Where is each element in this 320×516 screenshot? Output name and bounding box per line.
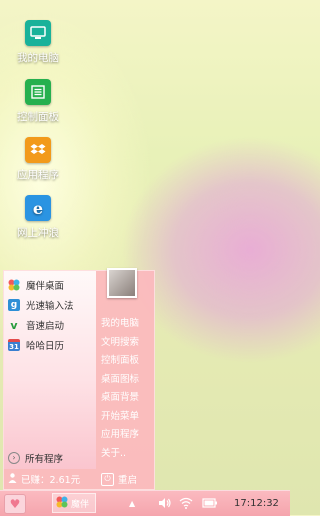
- restart-button[interactable]: ⏻ 重启: [101, 472, 137, 486]
- pinned-item-moban[interactable]: 魔伴桌面: [8, 277, 96, 293]
- menu-link-my-computer[interactable]: 我的电脑: [101, 315, 139, 334]
- menu-link-desktop-icons[interactable]: 桌面图标: [101, 371, 139, 390]
- user-icon: [8, 472, 17, 486]
- input-method-icon: g: [8, 299, 20, 311]
- battery-icon[interactable]: [202, 491, 218, 516]
- desktop-icon-browser[interactable]: e 网上冲浪: [6, 195, 70, 240]
- dropbox-icon: [25, 137, 51, 163]
- ie-browser-icon: e: [25, 195, 51, 221]
- pinned-item-label: 哈哈日历: [26, 341, 65, 352]
- all-programs-label: 所有程序: [25, 454, 64, 465]
- start-button[interactable]: ♥: [4, 494, 26, 514]
- taskbar-app-moban[interactable]: 魔伴: [52, 493, 96, 513]
- taskbar: ♥ 魔伴 ▲ 17:12:32: [0, 490, 290, 516]
- pinned-item-label: 魔伴桌面: [26, 281, 65, 292]
- menu-link-about[interactable]: 关于..: [101, 445, 139, 464]
- desktop-icon-label: 控制面板: [17, 111, 59, 123]
- earnings-status: 已赚：2.61元: [8, 472, 80, 486]
- wifi-icon[interactable]: [179, 491, 193, 516]
- desktop-icon-control-panel[interactable]: 控制面板: [6, 79, 70, 124]
- pinwheel-icon: [8, 279, 20, 291]
- user-avatar[interactable]: [107, 268, 137, 298]
- start-menu-links: 我的电脑 文明搜索 控制面板 桌面图标 桌面背景 开始菜单 应用程序 关于..: [101, 315, 139, 463]
- menu-link-control-panel[interactable]: 控制面板: [101, 352, 139, 371]
- desktop-icon-my-computer[interactable]: 我的电脑: [6, 20, 70, 65]
- menu-link-search[interactable]: 文明搜索: [101, 334, 139, 353]
- my-computer-icon: [25, 20, 51, 46]
- all-programs-button[interactable]: › 所有程序: [8, 451, 63, 465]
- pinned-item-label: 光速输入法: [26, 301, 74, 312]
- control-panel-icon: [25, 79, 51, 105]
- volume-icon[interactable]: [158, 491, 172, 516]
- desktop-icon-label: 我的电脑: [17, 52, 59, 64]
- desktop-icon-label: 网上冲浪: [17, 227, 59, 239]
- menu-link-start-menu[interactable]: 开始菜单: [101, 408, 139, 427]
- start-menu-left-panel: 魔伴桌面 g 光速输入法 v 音速启动 31 哈哈日历 › 所有程序: [4, 271, 96, 469]
- clock[interactable]: 17:12:32: [234, 491, 279, 516]
- pinned-item-calendar[interactable]: 31 哈哈日历: [8, 337, 96, 353]
- earnings-text: 已赚：2.61元: [21, 475, 81, 486]
- heart-icon: ♥: [9, 497, 21, 511]
- menu-link-applications[interactable]: 应用程序: [101, 426, 139, 445]
- taskbar-app-label: 魔伴: [71, 499, 90, 510]
- power-icon: ⏻: [101, 472, 114, 486]
- tray-expand-icon[interactable]: ▲: [129, 491, 135, 516]
- start-menu-status-row: 已赚：2.61元 ⏻ 重启: [4, 469, 154, 489]
- v-launcher-icon: v: [10, 318, 18, 332]
- pinned-item-input-method[interactable]: g 光速输入法: [8, 297, 96, 313]
- restart-label: 重启: [118, 475, 138, 486]
- pinwheel-icon: [56, 496, 68, 511]
- calendar-icon: 31: [8, 339, 20, 351]
- pinned-item-label: 音速启动: [26, 321, 65, 332]
- desktop-icon-applications[interactable]: 应用程序: [6, 137, 70, 182]
- start-menu: 魔伴桌面 g 光速输入法 v 音速启动 31 哈哈日历 › 所有程序 我的电脑 …: [3, 268, 155, 490]
- desktop-icon-label: 应用程序: [17, 169, 59, 181]
- menu-link-desktop-background[interactable]: 桌面背景: [101, 389, 139, 408]
- arrow-right-icon: ›: [8, 452, 20, 464]
- pinned-item-launcher[interactable]: v 音速启动: [8, 317, 96, 333]
